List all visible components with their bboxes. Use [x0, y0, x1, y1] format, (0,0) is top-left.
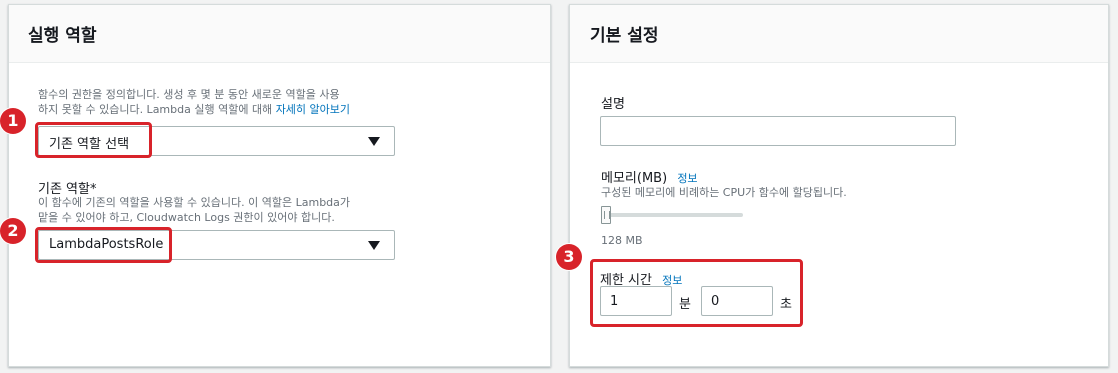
annotation-badge-3: 3: [556, 244, 582, 270]
existing-role-description: 이 함수에 기존의 역할을 사용할 수 있습니다. 이 역할은 Lambda가 …: [38, 196, 351, 224]
description-input[interactable]: [600, 116, 956, 146]
caret-down-icon: [368, 137, 380, 146]
annotation-badge-2: 2: [0, 218, 26, 244]
memory-description: 구성된 메모리에 비례하는 CPU가 함수에 할당됩니다.: [601, 186, 847, 199]
annotation-badge-1: 1: [0, 108, 26, 134]
memory-slider-thumb[interactable]: [601, 206, 611, 224]
basic-settings-title: 기본 설정: [570, 5, 1108, 63]
memory-value: 128 MB: [601, 234, 643, 247]
lambda-config-screen: 실행 역할 함수의 권한을 정의합니다. 생성 후 몇 분 동안 새로운 역할을…: [0, 0, 1118, 373]
execution-role-panel: 실행 역할 함수의 권한을 정의합니다. 생성 후 몇 분 동안 새로운 역할을…: [8, 4, 551, 367]
highlight-timeout: [590, 259, 803, 327]
learn-more-link[interactable]: 자세히 알아보기: [276, 103, 350, 116]
description-label: 설명: [601, 97, 625, 112]
highlight-existing-role: [35, 227, 172, 263]
execution-role-description: 함수의 권한을 정의합니다. 생성 후 몇 분 동안 새로운 역할을 사용 하지…: [38, 88, 351, 116]
caret-down-icon: [368, 241, 380, 250]
memory-label-row: 메모리(MB) 정보: [601, 171, 698, 186]
memory-info-link[interactable]: 정보: [677, 172, 697, 185]
execution-role-title: 실행 역할: [9, 5, 550, 63]
memory-slider-track[interactable]: [601, 213, 743, 217]
highlight-role-mode: [35, 122, 152, 158]
